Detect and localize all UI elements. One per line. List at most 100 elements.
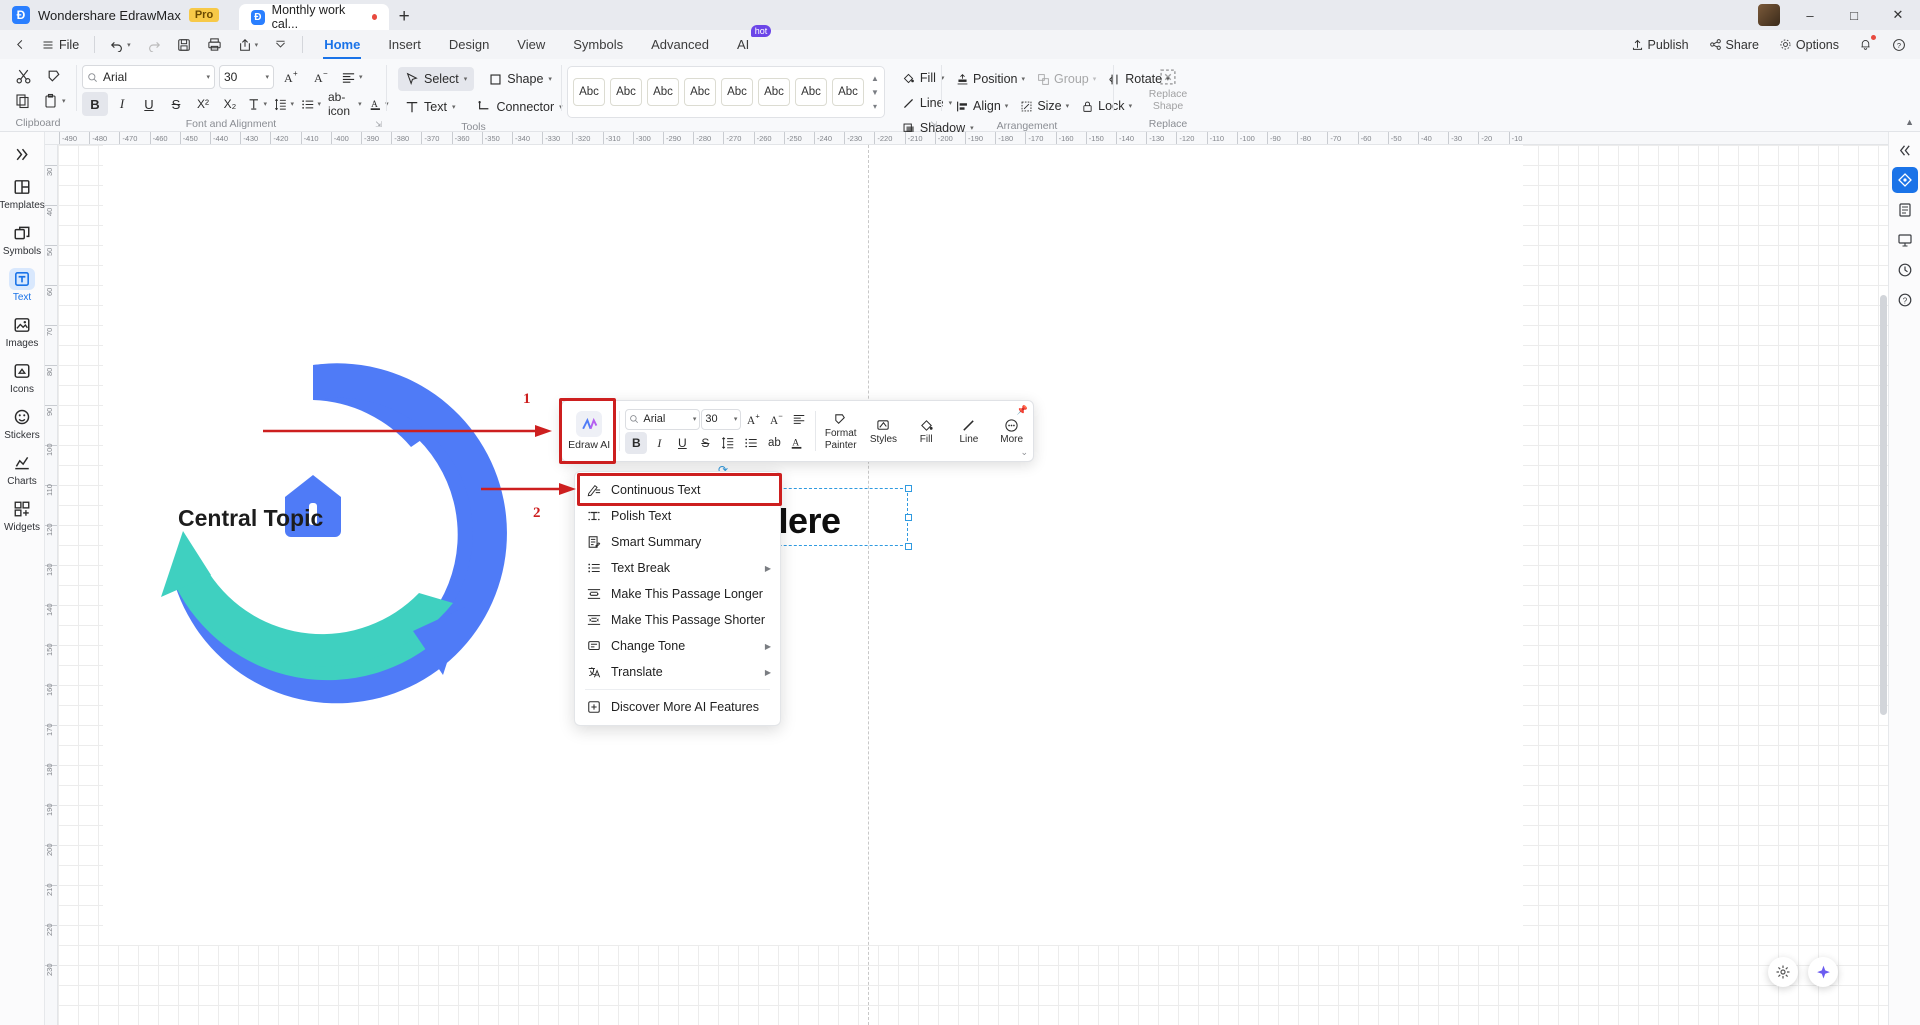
publish-button[interactable]: Publish: [1623, 33, 1697, 57]
float-more-button[interactable]: More: [990, 418, 1033, 445]
underline-button[interactable]: U: [136, 92, 162, 116]
subscript-button[interactable]: X₂: [217, 92, 243, 116]
text-tool-button[interactable]: Text ▾: [398, 95, 462, 119]
float-italic-button[interactable]: I: [648, 432, 670, 454]
share-button[interactable]: Share: [1701, 33, 1767, 57]
drawing-canvas[interactable]: Central Topic itle Here ⟳ Edraw AI: [58, 145, 1888, 1025]
style-swatch[interactable]: Abc: [573, 78, 605, 106]
export-button[interactable]: ▾: [231, 33, 266, 57]
float-text-case-button[interactable]: ab: [763, 432, 785, 454]
style-swatch[interactable]: Abc: [684, 78, 716, 106]
right-sidebar-collapse-button[interactable]: [1892, 137, 1918, 163]
float-fill-button[interactable]: Fill: [905, 418, 948, 445]
maximize-button[interactable]: □: [1832, 0, 1876, 30]
more-quick-access-button[interactable]: [267, 33, 294, 57]
vertical-scrollbar[interactable]: [1880, 295, 1887, 715]
avatar[interactable]: [1758, 4, 1780, 26]
sidebar-item-templates[interactable]: Templates: [0, 171, 45, 215]
ai-menu-item-continuous-text[interactable]: Continuous Text: [575, 477, 780, 503]
text-align-button[interactable]: ▾: [338, 65, 366, 89]
float-align-button[interactable]: [788, 408, 810, 430]
new-tab-button[interactable]: +: [389, 4, 419, 30]
style-swatch[interactable]: Abc: [721, 78, 753, 106]
sidebar-item-charts[interactable]: Charts: [2, 447, 43, 491]
line-spacing-button[interactable]: ▾: [271, 92, 297, 116]
back-button[interactable]: [8, 33, 33, 57]
select-tool-button[interactable]: Select ▾: [398, 67, 475, 91]
bullets-button[interactable]: ▾: [298, 92, 324, 116]
font-family-input[interactable]: Arial ▾: [82, 65, 215, 89]
float-strikethrough-button[interactable]: S: [694, 432, 716, 454]
copy-button[interactable]: [10, 89, 36, 113]
sidebar-item-stickers[interactable]: Stickers: [2, 401, 43, 445]
sidebar-item-icons[interactable]: Icons: [2, 355, 43, 399]
float-font-color-button[interactable]: A: [786, 432, 808, 454]
position-button[interactable]: Position ▾: [951, 67, 1030, 91]
edraw-ai-button[interactable]: Edraw AI: [562, 401, 616, 461]
floating-format-toolbar[interactable]: Edraw AI Arial ▾ 30 ▾ A + A − B I U S ab…: [561, 400, 1034, 462]
expand-icon[interactable]: ⌄: [1020, 447, 1028, 458]
ai-menu-item-make-shorter[interactable]: Make This Passage Shorter: [575, 607, 780, 633]
resize-handle[interactable]: [905, 485, 912, 492]
ai-menu-item-change-tone[interactable]: Change Tone ▶: [575, 633, 780, 659]
ribbon-tab-design[interactable]: Design: [436, 31, 502, 59]
right-sidebar-item-presentation[interactable]: [1892, 227, 1918, 253]
resize-handle[interactable]: [905, 543, 912, 550]
cycle-diagram[interactable]: [113, 335, 513, 735]
float-font-size-input[interactable]: 30 ▾: [701, 408, 742, 430]
redo-button[interactable]: [140, 33, 168, 57]
float-increase-font-button[interactable]: A +: [742, 408, 764, 430]
float-format-painter-button[interactable]: Format Painter: [819, 412, 862, 451]
font-group-expand-icon[interactable]: ⇲: [375, 120, 382, 129]
ribbon-collapse-icon[interactable]: ▲: [1905, 117, 1914, 127]
right-sidebar-item-history[interactable]: [1892, 257, 1918, 283]
float-bold-button[interactable]: B: [625, 432, 648, 454]
pin-icon[interactable]: 📌: [1017, 405, 1028, 416]
document-tab[interactable]: Ð Monthly work cal...: [239, 3, 390, 31]
ai-menu-item-polish-text[interactable]: Polish Text: [575, 503, 780, 529]
resize-handle[interactable]: [905, 514, 912, 521]
help-button[interactable]: ?: [1884, 33, 1914, 57]
save-button[interactable]: [170, 33, 198, 57]
central-topic-label[interactable]: Central Topic: [178, 505, 323, 532]
style-swatch[interactable]: Abc: [647, 78, 679, 106]
sidebar-item-images[interactable]: Images: [2, 309, 43, 353]
style-scroll-arrows[interactable]: ▲ ▼ ▾: [871, 74, 879, 111]
float-font-family-input[interactable]: Arial ▾: [625, 408, 701, 430]
file-menu[interactable]: File: [35, 33, 86, 57]
format-painter-button[interactable]: [40, 64, 69, 88]
print-button[interactable]: [200, 33, 229, 57]
style-more-icon[interactable]: ▾: [873, 102, 877, 111]
ribbon-tab-ai[interactable]: AI hot: [724, 24, 772, 59]
options-button[interactable]: Options: [1771, 33, 1847, 57]
ai-menu-item-discover-more[interactable]: Discover More AI Features: [575, 694, 780, 720]
italic-button[interactable]: I: [109, 92, 135, 116]
float-bullets-button[interactable]: [740, 432, 762, 454]
superscript-button[interactable]: X²: [190, 92, 216, 116]
style-swatch[interactable]: Abc: [758, 78, 790, 106]
right-sidebar-item-style[interactable]: [1891, 167, 1918, 193]
size-button[interactable]: Size ▾: [1015, 94, 1074, 118]
sidebar-item-symbols[interactable]: Symbols: [2, 217, 43, 261]
app-tab[interactable]: Ð Wondershare EdrawMax Pro: [0, 0, 234, 30]
text-style-button[interactable]: ▾: [244, 92, 270, 116]
float-line-button[interactable]: Line: [948, 418, 991, 445]
align-button[interactable]: Align ▾: [951, 94, 1013, 118]
float-decrease-font-button[interactable]: A −: [765, 408, 787, 430]
right-sidebar-item-page-setup[interactable]: [1892, 197, 1918, 223]
bold-button[interactable]: B: [82, 92, 108, 116]
scroll-down-icon[interactable]: ▼: [871, 88, 879, 97]
paste-button[interactable]: ▾: [40, 89, 69, 113]
close-button[interactable]: ✕: [1876, 0, 1920, 30]
ribbon-tab-home[interactable]: Home: [311, 31, 373, 59]
notifications-button[interactable]: [1851, 33, 1880, 57]
ai-menu-item-translate[interactable]: Translate ▶: [575, 659, 780, 685]
float-underline-button[interactable]: U: [671, 432, 693, 454]
ai-menu-item-text-break[interactable]: Text Break ▶: [575, 555, 780, 581]
style-swatch[interactable]: Abc: [795, 78, 827, 106]
right-sidebar-item-help[interactable]: ?: [1892, 287, 1918, 313]
ai-assistant-button[interactable]: [1808, 957, 1838, 987]
text-case-button[interactable]: ab-icon ▾: [325, 90, 365, 118]
ai-menu-item-smart-summary[interactable]: Smart Summary: [575, 529, 780, 555]
style-swatch[interactable]: Abc: [610, 78, 642, 106]
